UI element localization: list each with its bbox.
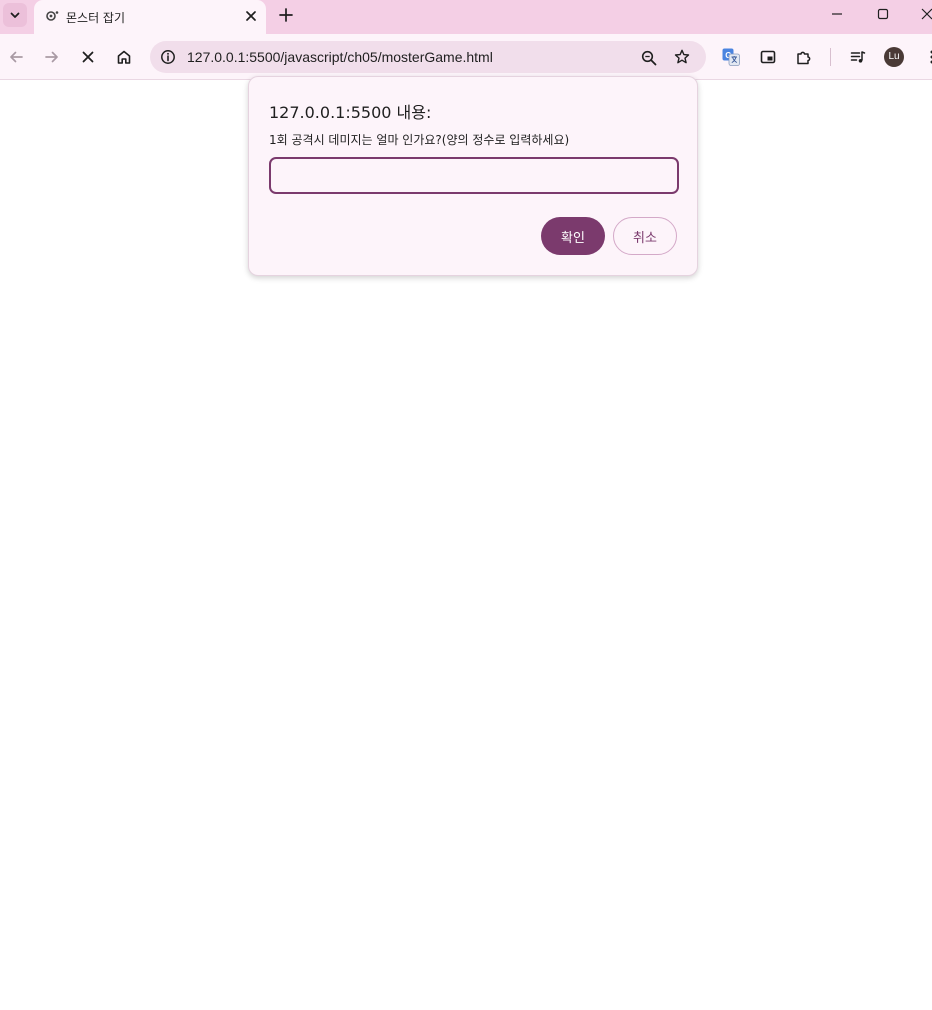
arrow-right-icon: [45, 51, 58, 63]
home-icon: [117, 50, 131, 64]
forward-button[interactable]: [41, 46, 63, 68]
picture-in-picture-button[interactable]: [757, 46, 779, 68]
ok-button[interactable]: 확인: [541, 217, 605, 255]
profile-avatar[interactable]: Lu: [884, 47, 904, 67]
dialog-message: 1회 공격시 데미지는 얼마 인가요?(양의 정수로 입력하세요): [269, 133, 570, 147]
back-button[interactable]: [5, 46, 27, 68]
puzzle-icon: [797, 51, 811, 65]
maximize-icon[interactable]: [872, 4, 894, 24]
new-tab-icon[interactable]: [276, 5, 296, 25]
chevron-down-icon: [10, 12, 20, 18]
home-button[interactable]: [113, 46, 135, 68]
translate-icon: G: [722, 48, 740, 66]
extensions-button[interactable]: [793, 46, 815, 68]
media-controls-button[interactable]: [847, 46, 869, 68]
stop-icon: [82, 51, 94, 63]
translate-button[interactable]: G: [720, 46, 742, 68]
tab-strip: 몬스터 잡기: [0, 0, 932, 34]
prompt-dialog: 127.0.0.1:5500 내용: 1회 공격시 데미지는 얼마 인가요?(양…: [248, 76, 698, 276]
close-window-icon[interactable]: [916, 4, 932, 24]
browser-toolbar: 127.0.0.1:5500/javascript/ch05/mosterGam…: [0, 34, 932, 80]
url-text: 127.0.0.1:5500/javascript/ch05/mosterGam…: [187, 49, 493, 65]
arrow-left-icon: [10, 51, 23, 63]
dialog-title: 127.0.0.1:5500 내용:: [269, 103, 432, 122]
stop-loading-button[interactable]: [77, 46, 99, 68]
minimize-icon[interactable]: [826, 4, 848, 24]
tab-search-button[interactable]: [3, 3, 27, 27]
menu-button[interactable]: [918, 46, 932, 68]
close-tab-icon[interactable]: [242, 7, 260, 25]
prompt-input[interactable]: [269, 157, 679, 194]
picture-in-picture-icon: [760, 50, 776, 64]
zoom-icon[interactable]: [640, 49, 658, 67]
tab-active[interactable]: 몬스터 잡기: [34, 0, 266, 34]
toolbar-separator: [830, 48, 831, 66]
address-bar[interactable]: 127.0.0.1:5500/javascript/ch05/mosterGam…: [150, 41, 706, 73]
tab-title: 몬스터 잡기: [66, 11, 126, 25]
cancel-button[interactable]: 취소: [613, 217, 677, 255]
playlist-music-icon: [850, 51, 866, 63]
more-vert-icon: [930, 50, 932, 64]
bookmark-star-icon[interactable]: [673, 48, 691, 66]
info-icon[interactable]: [160, 49, 176, 65]
page-loading-icon: [46, 11, 59, 21]
